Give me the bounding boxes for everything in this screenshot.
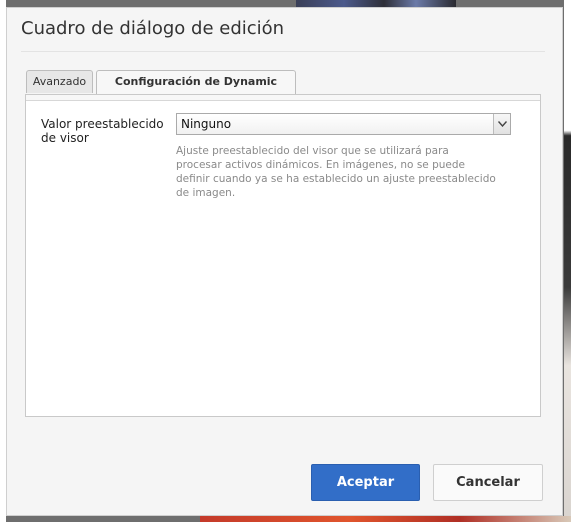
chevron-down-icon[interactable]: [493, 114, 510, 134]
panel-top-strip: [26, 95, 540, 101]
tab-advanced[interactable]: Avanzado: [26, 70, 93, 93]
edit-dialog: Cuadro de diálogo de edición Avanzado Co…: [6, 7, 563, 516]
viewer-preset-help-text: Ajuste preestablecido del visor que se u…: [176, 145, 496, 199]
title-divider: [21, 51, 545, 52]
dialog-title: Cuadro de diálogo de edición: [21, 18, 285, 39]
background-fragment-bottom: [200, 516, 571, 522]
accept-button[interactable]: Aceptar: [311, 464, 420, 501]
viewer-preset-select[interactable]: Ninguno: [176, 113, 511, 135]
tab-dynamic-media-settings[interactable]: Configuración de Dynamic Media: [96, 70, 296, 110]
viewer-preset-label: Valor preestablecido de visor: [41, 117, 164, 145]
viewer-preset-selected-value: Ninguno: [181, 117, 232, 131]
cancel-button[interactable]: Cancelar: [433, 464, 543, 501]
tab-panel: Valor preestablecido de visor Ninguno Aj…: [25, 94, 541, 417]
background-fragment-right: [564, 0, 571, 522]
